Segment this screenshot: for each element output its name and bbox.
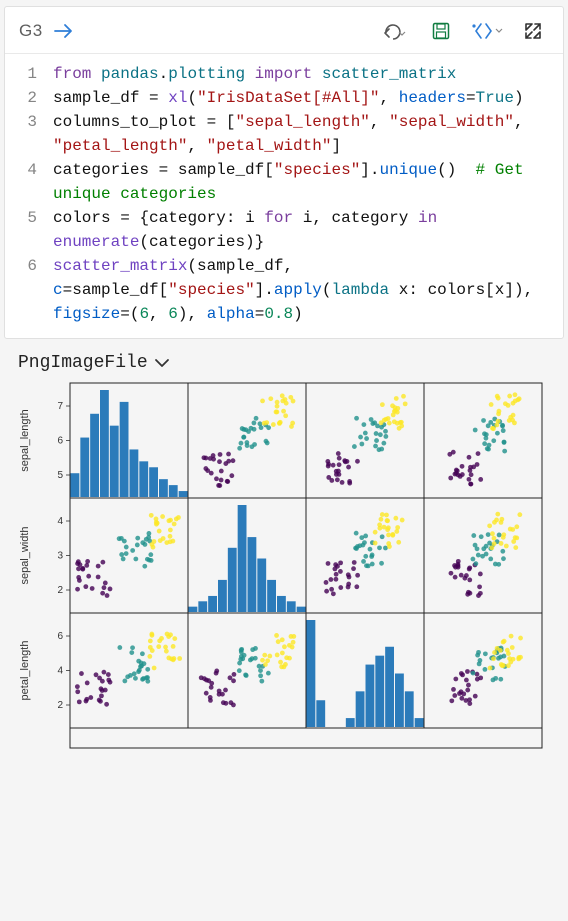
chevron-down-icon [154, 357, 170, 369]
svg-text:4: 4 [57, 666, 63, 677]
svg-text:6: 6 [57, 631, 63, 642]
line-number: 2 [5, 86, 53, 110]
line-number: 1 [5, 62, 53, 86]
expand-button[interactable] [517, 17, 549, 45]
line-number: 5 [5, 206, 53, 254]
save-button[interactable] [425, 17, 457, 45]
svg-text:3: 3 [57, 551, 63, 562]
editor-toolbar: G3 [5, 7, 563, 54]
output-mode-button[interactable] [465, 17, 509, 45]
svg-text:7: 7 [57, 401, 63, 412]
code-line-6[interactable]: scatter_matrix(sample_df, c=sample_df["s… [53, 254, 563, 326]
python-editor-panel: G3 [4, 6, 564, 339]
output-type-text: PngImageFile [18, 353, 148, 373]
code-line-3[interactable]: columns_to_plot = ["sepal_length", "sepa… [53, 110, 563, 158]
scatter-matrix-output: sepal_length 5 6 7 sepal_width 2 3 4 petal_lengt… [0, 379, 568, 784]
line-number: 3 [5, 110, 53, 158]
code-line-5[interactable]: colors = {category: i for i, category in… [53, 206, 563, 254]
line-number: 4 [5, 158, 53, 206]
svg-text:2: 2 [57, 585, 63, 596]
cell-reference: G3 [19, 21, 43, 41]
code-line-2[interactable]: sample_df = xl("IrisDataSet[#All]", head… [53, 86, 563, 110]
code-line-1[interactable]: from pandas.plotting import scatter_matr… [53, 62, 563, 86]
output-type-label[interactable]: PngImageFile [0, 339, 568, 379]
line-number: 6 [5, 254, 53, 326]
svg-text:5: 5 [57, 470, 63, 481]
code-editor[interactable]: 1 from pandas.plotting import scatter_ma… [5, 54, 563, 338]
svg-text:6: 6 [57, 436, 63, 447]
svg-text:4: 4 [57, 516, 63, 527]
code-line-4[interactable]: categories = sample_df["species"].unique… [53, 158, 563, 206]
svg-text:sepal_length: sepal_length [19, 409, 31, 471]
scatter-matrix-svg: sepal_length 5 6 7 sepal_width 2 3 4 petal_lengt… [12, 379, 552, 779]
svg-text:sepal_width: sepal_width [19, 526, 31, 584]
goto-cell-arrow-icon[interactable] [53, 22, 75, 40]
svg-text:2: 2 [57, 700, 63, 711]
undo-button[interactable] [373, 17, 417, 45]
svg-text:petal_length: petal_length [19, 641, 31, 701]
